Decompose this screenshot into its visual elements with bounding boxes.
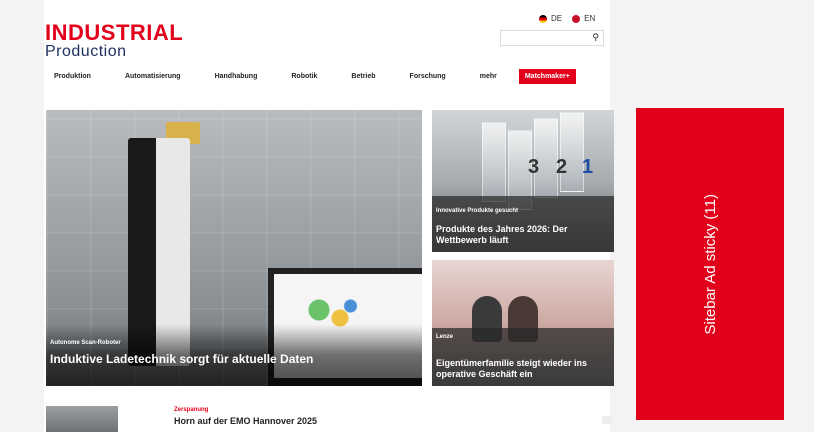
trophy-number: 3 [528,156,540,178]
teaser-card-products-of-year[interactable]: 3 2 1 Innovative Produkte gesucht Produk… [432,110,614,252]
main-content: Autonome Scan-Roboter Induktive Ladetech… [44,92,614,432]
nav-item-handhabung[interactable]: Handhabung [215,73,258,80]
logo-industrial: INDUSTRIAL [45,20,184,45]
nav-item-betrieb[interactable]: Betrieb [351,73,375,80]
hero-teaser[interactable]: Autonome Scan-Roboter Induktive Ladetech… [46,110,422,386]
nav-item-produktion[interactable]: Produktion [54,73,91,80]
language-switcher: DE EN [539,14,595,23]
list-kicker: Zerspanung [174,407,209,413]
site-logo[interactable]: INDUSTRIAL Production [45,22,183,60]
list-item[interactable]: Zerspanung Horn auf der EMO Hannover 202… [46,406,612,432]
logo-production: Production [45,43,127,60]
hero-kicker: Autonome Scan-Roboter [50,340,121,346]
search-input[interactable]: ⚲ [500,30,604,46]
card-kicker: Innovative Produkte gesucht [436,208,519,214]
trophy-number: 2 [556,156,568,178]
card-kicker: Lenze [436,334,454,340]
lang-en-label[interactable]: EN [584,14,595,23]
list-badge [602,416,612,424]
search-icon[interactable]: ⚲ [592,32,599,43]
card-headline[interactable]: Eigentümerfamilie steigt wieder ins oper… [436,358,614,380]
german-flag-icon[interactable] [539,14,547,23]
nav-item-mehr[interactable]: mehr [480,73,497,80]
site-header: INDUSTRIAL Production DE EN ⚲ Produktion… [44,0,610,93]
sitebar-ad[interactable]: Sitebar Ad sticky (11) [636,108,784,420]
nav-item-forschung[interactable]: Forschung [410,73,446,80]
nav-item-automatisierung[interactable]: Automatisierung [125,73,181,80]
nav-item-robotik[interactable]: Robotik [291,73,317,80]
card-headline[interactable]: Produkte des Jahres 2026: Der Wettbewerb… [436,224,614,246]
list-title[interactable]: Horn auf der EMO Hannover 2025 [174,416,317,426]
trophy-number: 1 [582,156,594,178]
trophy-image [482,122,506,202]
english-flag-icon[interactable] [572,14,581,23]
lang-de-label[interactable]: DE [551,14,562,23]
trophy-image [560,112,584,192]
teaser-card-lenze[interactable]: Lenze Eigentümerfamilie steigt wieder in… [432,260,614,386]
list-thumbnail[interactable] [46,406,118,432]
hero-headline[interactable]: Induktive Ladetechnik sorgt für aktuelle… [50,353,313,366]
ad-label: Sitebar Ad sticky (11) [701,193,719,335]
main-navigation: Produktion Automatisierung Handhabung Ro… [54,68,610,84]
matchmaker-button[interactable]: Matchmaker+ [518,68,576,84]
